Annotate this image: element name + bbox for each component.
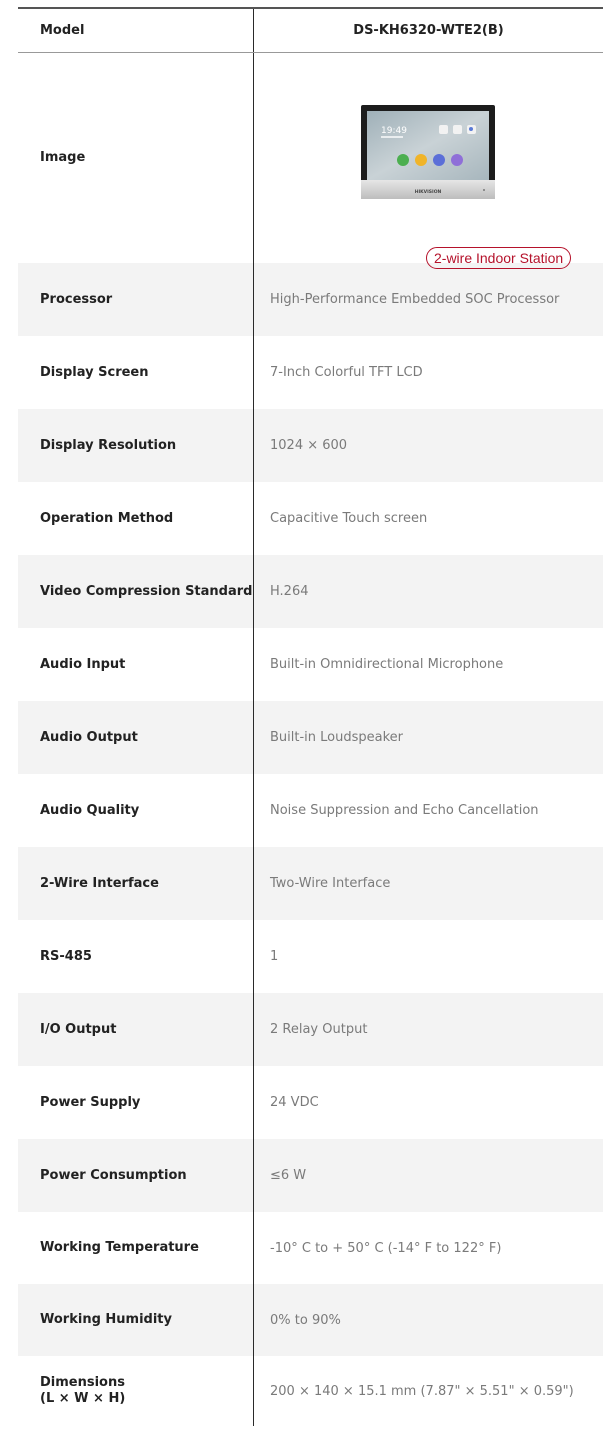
spec-row-audio-quality: Audio Quality Noise Suppression and Echo… <box>18 774 603 847</box>
spec-row-display-screen: Display Screen 7-Inch Colorful TFT LCD <box>18 336 603 409</box>
spec-value: 200 × 140 × 15.1 mm (7.87" × 5.51" × 0.5… <box>270 1383 574 1399</box>
spec-row-processor: Processor High-Performance Embedded SOC … <box>18 263 603 336</box>
indoor-station-product-image: 19:49 HIKVISION <box>361 105 495 199</box>
spec-row-power-consumption: Power Consumption ≤6 W <box>18 1139 603 1212</box>
spec-value: Capacitive Touch screen <box>270 511 428 526</box>
spec-value: H.264 <box>270 584 309 599</box>
spec-label: I/O Output <box>18 993 254 1066</box>
spec-label: Audio Quality <box>18 774 254 847</box>
spec-table: Model DS-KH6320-WTE2(B) Image 19:49 HIKV… <box>18 7 603 1426</box>
spec-label-units: (L × W × H) <box>40 1391 126 1406</box>
model-number: DS-KH6320-WTE2(B) <box>353 23 504 38</box>
spec-label: Working Humidity <box>18 1284 254 1356</box>
spec-value: Two-Wire Interface <box>270 876 391 891</box>
spec-label: Power Consumption <box>18 1139 254 1212</box>
header-label: Model <box>18 9 254 52</box>
spec-value: 1 <box>270 949 279 964</box>
spec-value: 7-Inch Colorful TFT LCD <box>270 365 423 380</box>
spec-label: Audio Input <box>18 628 254 701</box>
image-row: Image 19:49 HIKVISION 2-wire Indoor Stat… <box>18 53 603 269</box>
spec-row-audio-output: Audio Output Built-in Loudspeaker <box>18 701 603 774</box>
spec-row-power-supply: Power Supply 24 VDC <box>18 1066 603 1139</box>
spec-value: 0% to 90% <box>270 1312 341 1328</box>
spec-row-2-wire-interface: 2-Wire Interface Two-Wire Interface <box>18 847 603 920</box>
spec-row-dimensions: Dimensions (L × W × H) 200 × 140 × 15.1 … <box>18 1356 603 1426</box>
spec-label: Video Compression Standard <box>18 555 254 628</box>
spec-value: High-Performance Embedded SOC Processor <box>270 292 560 307</box>
spec-label-dimensions: Dimensions (L × W × H) <box>18 1356 254 1426</box>
spec-label: Display Resolution <box>18 409 254 482</box>
spec-row-audio-input: Audio Input Built-in Omnidirectional Mic… <box>18 628 603 701</box>
spec-label: Display Screen <box>18 336 254 409</box>
spec-label: Processor <box>18 263 254 336</box>
spec-label: Dimensions <box>40 1375 125 1390</box>
spec-row-video-compression: Video Compression Standard H.264 <box>18 555 603 628</box>
spec-label: Audio Output <box>18 701 254 774</box>
spec-value: Noise Suppression and Echo Cancellation <box>270 803 539 818</box>
product-type-badge: 2-wire Indoor Station <box>426 247 572 269</box>
spec-value: Built-in Omnidirectional Microphone <box>270 657 504 672</box>
spec-row-operation-method: Operation Method Capacitive Touch screen <box>18 482 603 555</box>
spec-label: RS-485 <box>18 920 254 993</box>
device-brand-logo: HIKVISION <box>415 189 442 195</box>
device-screen-time: 19:49 <box>381 126 407 136</box>
spec-value: Built-in Loudspeaker <box>270 730 404 745</box>
spec-row-rs-485: RS-485 1 <box>18 920 603 993</box>
spec-value: ≤6 W <box>270 1168 307 1183</box>
image-row-label: Image <box>18 53 254 263</box>
spec-label: Power Supply <box>18 1066 254 1139</box>
spec-row-working-humidity: Working Humidity 0% to 90% <box>18 1284 603 1356</box>
spec-value: -10° C to + 50° C (-14° F to 122° F) <box>270 1240 502 1256</box>
image-cell: 19:49 HIKVISION 2-wire Indoor Station <box>254 53 603 269</box>
spec-row-working-temperature: Working Temperature -10° C to + 50° C (-… <box>18 1212 603 1284</box>
spec-label: Operation Method <box>18 482 254 555</box>
spec-row-display-resolution: Display Resolution 1024 × 600 <box>18 409 603 482</box>
spec-value: 2 Relay Output <box>270 1022 368 1037</box>
spec-label: 2-Wire Interface <box>18 847 254 920</box>
spec-row-io-output: I/O Output 2 Relay Output <box>18 993 603 1066</box>
table-header-row: Model DS-KH6320-WTE2(B) <box>18 7 603 53</box>
spec-value: 1024 × 600 <box>270 438 348 453</box>
spec-label: Working Temperature <box>18 1212 254 1284</box>
spec-value: 24 VDC <box>270 1095 319 1110</box>
